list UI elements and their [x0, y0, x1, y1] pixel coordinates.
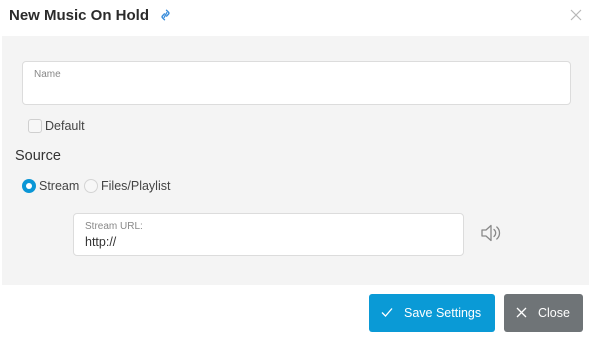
- x-icon: [516, 307, 527, 318]
- save-settings-label: Save Settings: [404, 306, 482, 320]
- stream-radio[interactable]: [22, 179, 36, 193]
- stream-url-field[interactable]: Stream URL: http://: [73, 213, 464, 256]
- stream-url-value[interactable]: http://: [85, 235, 116, 249]
- dialog-body: Name Default Source Stream Files/Playlis…: [2, 36, 589, 285]
- stream-radio-label[interactable]: Stream: [39, 179, 79, 193]
- files-playlist-radio[interactable]: [84, 179, 98, 193]
- source-heading: Source: [15, 148, 61, 164]
- default-checkbox-label[interactable]: Default: [45, 119, 85, 133]
- dialog-header: New Music On Hold: [0, 0, 591, 36]
- files-playlist-radio-label[interactable]: Files/Playlist: [101, 179, 170, 193]
- name-field-label: Name: [34, 69, 61, 80]
- dialog-title: New Music On Hold: [9, 7, 150, 24]
- stream-url-label: Stream URL:: [85, 221, 143, 232]
- checkmark-icon: [381, 308, 393, 317]
- close-button[interactable]: Close: [504, 294, 583, 332]
- close-icon[interactable]: [570, 9, 582, 21]
- link-icon[interactable]: [160, 8, 171, 22]
- close-label: Close: [538, 306, 570, 320]
- save-settings-button[interactable]: Save Settings: [369, 294, 495, 332]
- speaker-icon[interactable]: [480, 222, 504, 244]
- default-checkbox[interactable]: [28, 119, 42, 133]
- name-field[interactable]: Name: [22, 61, 571, 105]
